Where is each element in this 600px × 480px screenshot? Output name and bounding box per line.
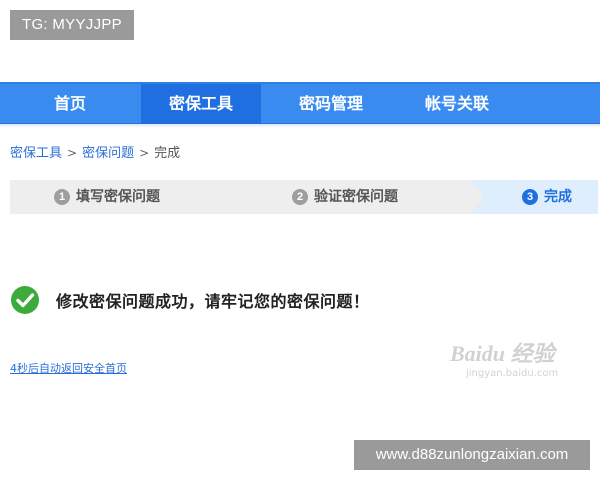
success-message: 修改密保问题成功，请牢记您的密保问题！ <box>56 292 370 311</box>
nav-shadow <box>0 124 600 128</box>
success-message-row: 修改密保问题成功，请牢记您的密保问题！ <box>10 283 370 317</box>
step-fill-questions: 1 填写密保问题 <box>10 180 282 214</box>
nav-item-home[interactable]: 首页 <box>20 84 120 124</box>
step-number-2: 2 <box>292 189 308 205</box>
watermark-brand: Baidu 经验 <box>450 341 555 366</box>
chevron-right-icon: > <box>139 146 150 160</box>
page: TG: MYYJJPP 首页 密保工具 密码管理 帐号关联 密保工具 > 密保问题 >… <box>0 0 600 480</box>
breadcrumb: 密保工具 > 密保问题 > 完成 <box>10 143 180 163</box>
step-progress-bar: 1 填写密保问题 2 验证密保问题 3 完成 <box>10 180 598 214</box>
return-home-link[interactable]: 4秒后自动返回安全首页 <box>10 360 127 376</box>
step-label: 填写密保问题 <box>76 189 160 205</box>
watermark-url: jingyan.baidu.com <box>466 368 559 379</box>
step-divider-icon <box>470 180 484 214</box>
step-label: 完成 <box>544 189 572 205</box>
nav-item-password-management[interactable]: 密码管理 <box>276 84 386 124</box>
step-number-3: 3 <box>522 189 538 205</box>
breadcrumb-current: 完成 <box>154 146 181 161</box>
step-number-1: 1 <box>54 189 70 205</box>
step-complete: 3 完成 <box>470 180 598 214</box>
chevron-right-icon: > <box>67 146 78 160</box>
breadcrumb-link-security-questions[interactable]: 密保问题 <box>82 146 134 161</box>
baidu-watermark: Baidu 经验 jingyan.baidu.com <box>450 330 580 390</box>
top-navbar: 首页 密保工具 密码管理 帐号关联 <box>0 82 600 124</box>
nav-item-account-linking[interactable]: 帐号关联 <box>402 84 512 124</box>
breadcrumb-link-security-tools[interactable]: 密保工具 <box>10 146 62 161</box>
check-circle-icon <box>11 286 39 314</box>
overlay-url: www.d88zunlongzaixian.com <box>354 440 590 470</box>
step-label: 验证密保问题 <box>314 189 398 205</box>
nav-item-security-tools[interactable]: 密保工具 <box>141 84 261 124</box>
overlay-tag: TG: MYYJJPP <box>10 10 134 40</box>
